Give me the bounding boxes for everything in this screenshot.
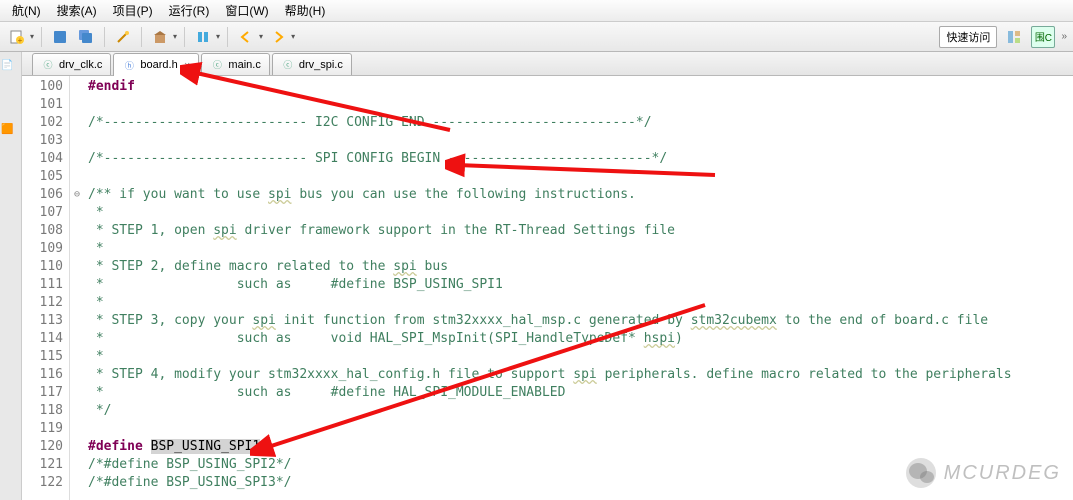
editor-tab[interactable]: ⓒ drv_spi.c [272, 53, 352, 75]
menu-item[interactable]: 运行(R) [161, 0, 218, 21]
editor-tab[interactable]: ⓒ drv_clk.c [32, 53, 111, 75]
left-gutter: 📄 🟧 [0, 52, 22, 500]
code-line[interactable] [88, 420, 1073, 438]
code-area[interactable]: 1001011021031041051061071081091101111121… [22, 76, 1073, 500]
code-line[interactable]: * STEP 1, open spi driver framework supp… [88, 222, 1073, 240]
toggle-button[interactable] [192, 26, 214, 48]
left-panel-tab[interactable]: 🟧 [0, 116, 15, 140]
menu-item[interactable]: 航(N) [4, 0, 49, 21]
menu-item[interactable]: 搜索(A) [49, 0, 105, 21]
wechat-icon [906, 458, 936, 488]
separator [141, 27, 142, 47]
save-button[interactable] [49, 26, 71, 48]
perspective-button[interactable] [1003, 26, 1025, 48]
toolbar-left: + ▾ ▾ ▾ ▾ ▾ [6, 26, 295, 48]
toolbar-right: 快速访问 围C » [939, 26, 1067, 48]
c-file-icon: ⓒ [41, 58, 55, 72]
h-file-icon: ⓗ [122, 58, 136, 72]
code-line[interactable]: #define BSP_USING_SPI1 [88, 438, 1073, 456]
editor: ⓒ drv_clk.c ⓗ board.h ✕ ⓒ main.c ⓒ drv_spi.c 100… [22, 52, 1073, 500]
separator [41, 27, 42, 47]
code-line[interactable]: /*-------------------------- SPI CONFIG … [88, 150, 1073, 168]
code-line[interactable]: * [88, 240, 1073, 258]
code-line[interactable]: * such as #define BSP_USING_SPI1 [88, 276, 1073, 294]
editor-tab[interactable]: ⓒ main.c [201, 53, 269, 75]
tab-label: drv_spi.c [299, 59, 343, 71]
quick-access-button[interactable]: 快速访问 [939, 26, 997, 48]
build-button[interactable] [149, 26, 171, 48]
code-line[interactable]: */ [88, 402, 1073, 420]
menu-bar: 航(N)搜索(A)项目(P)运行(R)窗口(W)帮助(H) [0, 0, 1073, 22]
chevron-down-icon[interactable]: ▾ [216, 32, 220, 41]
c-file-icon: ⓒ [210, 58, 224, 72]
tab-label: main.c [228, 59, 260, 71]
chevron-down-icon[interactable]: ▾ [291, 32, 295, 41]
watermark-text: MCURDEG [944, 462, 1061, 485]
chevron-down-icon[interactable]: ▾ [30, 32, 34, 41]
separator [184, 27, 185, 47]
tab-label: board.h [140, 59, 177, 71]
left-panel-tab[interactable]: 📄 [0, 52, 15, 76]
code-line[interactable]: #endif [88, 78, 1073, 96]
code-line[interactable]: /** if you want to use spi bus you can u… [88, 186, 1073, 204]
code-line[interactable] [88, 96, 1073, 114]
editor-tab-bar: ⓒ drv_clk.c ⓗ board.h ✕ ⓒ main.c ⓒ drv_spi.c [22, 52, 1073, 76]
main-area: 📄 🟧 ⓒ drv_clk.c ⓗ board.h ✕ ⓒ main.c ⓒ drv_spi.c… [0, 52, 1073, 500]
code-content[interactable]: #endif /*-------------------------- I2C C… [84, 76, 1073, 500]
wand-button[interactable] [112, 26, 134, 48]
tab-label: drv_clk.c [59, 59, 102, 71]
chevron-down-icon[interactable]: ▾ [173, 32, 177, 41]
toolbar: + ▾ ▾ ▾ ▾ ▾ 快速访问 围C » [0, 22, 1073, 52]
code-line[interactable]: * STEP 4, modify your stm32xxxx_hal_conf… [88, 366, 1073, 384]
close-icon[interactable]: ✕ [184, 61, 191, 70]
save-all-button[interactable] [75, 26, 97, 48]
forward-button[interactable] [267, 26, 289, 48]
fold-gutter: ⊖ [70, 76, 84, 500]
chevron-down-icon[interactable]: ▾ [259, 32, 263, 41]
code-line[interactable]: * such as #define HAL_SPI_MODULE_ENABLED [88, 384, 1073, 402]
c-file-icon: ⓒ [281, 58, 295, 72]
code-line[interactable]: * STEP 2, define macro related to the sp… [88, 258, 1073, 276]
overflow-icon[interactable]: » [1061, 31, 1067, 42]
code-line[interactable] [88, 168, 1073, 186]
menu-item[interactable]: 帮助(H) [277, 0, 334, 21]
watermark: MCURDEG [906, 458, 1061, 488]
code-line[interactable]: /*-------------------------- I2C CONFIG … [88, 114, 1073, 132]
menu-item[interactable]: 项目(P) [105, 0, 161, 21]
editor-tab[interactable]: ⓗ board.h ✕ [113, 53, 199, 76]
code-line[interactable]: * [88, 294, 1073, 312]
svg-text:+: + [18, 36, 23, 45]
code-line[interactable]: * such as void HAL_SPI_MspInit(SPI_Handl… [88, 330, 1073, 348]
code-line[interactable]: * [88, 204, 1073, 222]
new-button[interactable]: + [6, 26, 28, 48]
separator [104, 27, 105, 47]
code-line[interactable]: * [88, 348, 1073, 366]
menu-item[interactable]: 窗口(W) [217, 0, 276, 21]
separator [227, 27, 228, 47]
c-perspective-button[interactable]: 围C [1031, 26, 1055, 48]
code-line[interactable] [88, 132, 1073, 150]
code-line[interactable]: * STEP 3, copy your spi init function fr… [88, 312, 1073, 330]
line-numbers: 1001011021031041051061071081091101111121… [22, 76, 70, 500]
back-button[interactable] [235, 26, 257, 48]
